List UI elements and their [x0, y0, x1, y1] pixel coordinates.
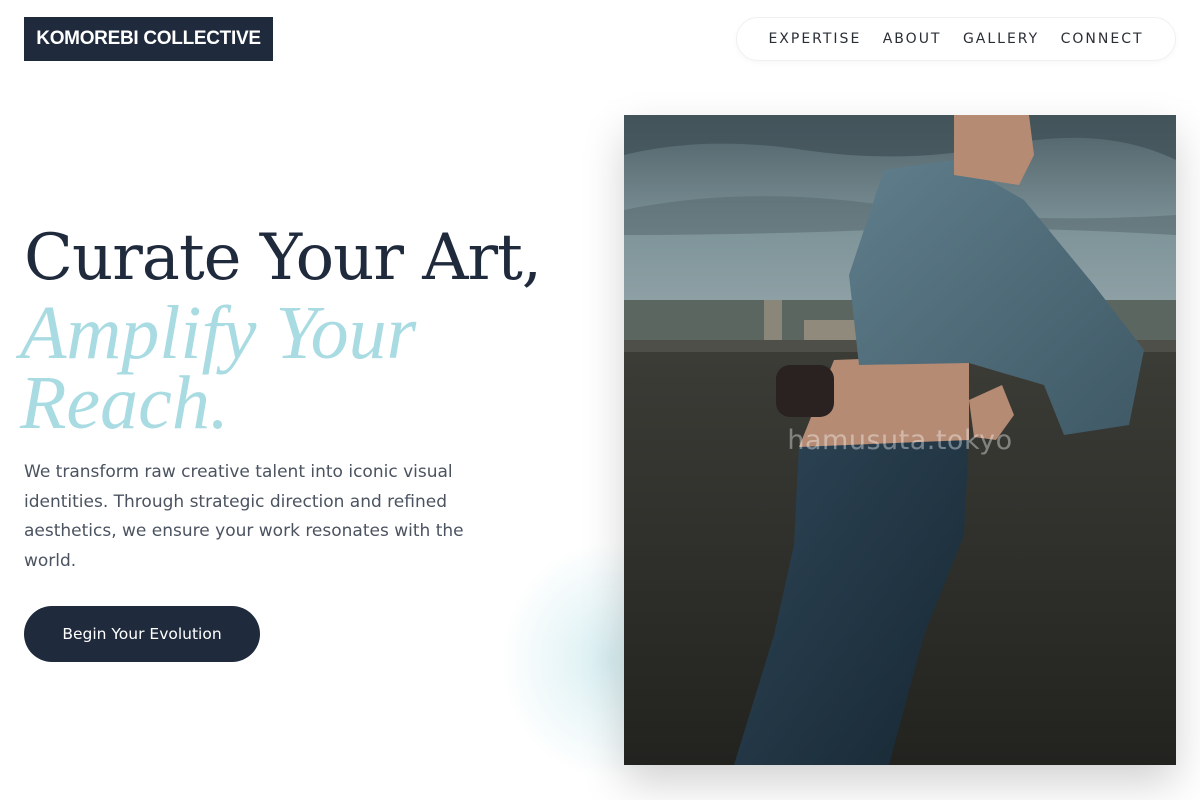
main-nav: EXPERTISE ABOUT GALLERY CONNECT	[736, 17, 1176, 61]
hero-headline: Curate Your Art, Amplify Your Reach.	[20, 220, 542, 441]
nav-item-connect[interactable]: CONNECT	[1061, 31, 1144, 47]
hero-description: We transform raw creative talent into ic…	[24, 462, 464, 571]
nav-item-about[interactable]: ABOUT	[883, 31, 942, 47]
nav-item-gallery[interactable]: GALLERY	[963, 31, 1039, 47]
image-watermark: hamusuta.tokyo	[787, 425, 1013, 456]
nav-item-expertise[interactable]: EXPERTISE	[768, 31, 861, 47]
begin-evolution-button[interactable]: Begin Your Evolution	[24, 606, 260, 662]
headline-line-primary: Curate Your Art,	[24, 221, 542, 295]
headline-line-accent: Amplify Your Reach.	[20, 291, 417, 445]
hero-image: hamusuta.tokyo	[624, 115, 1176, 765]
brand-logo[interactable]: KOMOREBI COLLECTIVE	[24, 17, 273, 61]
